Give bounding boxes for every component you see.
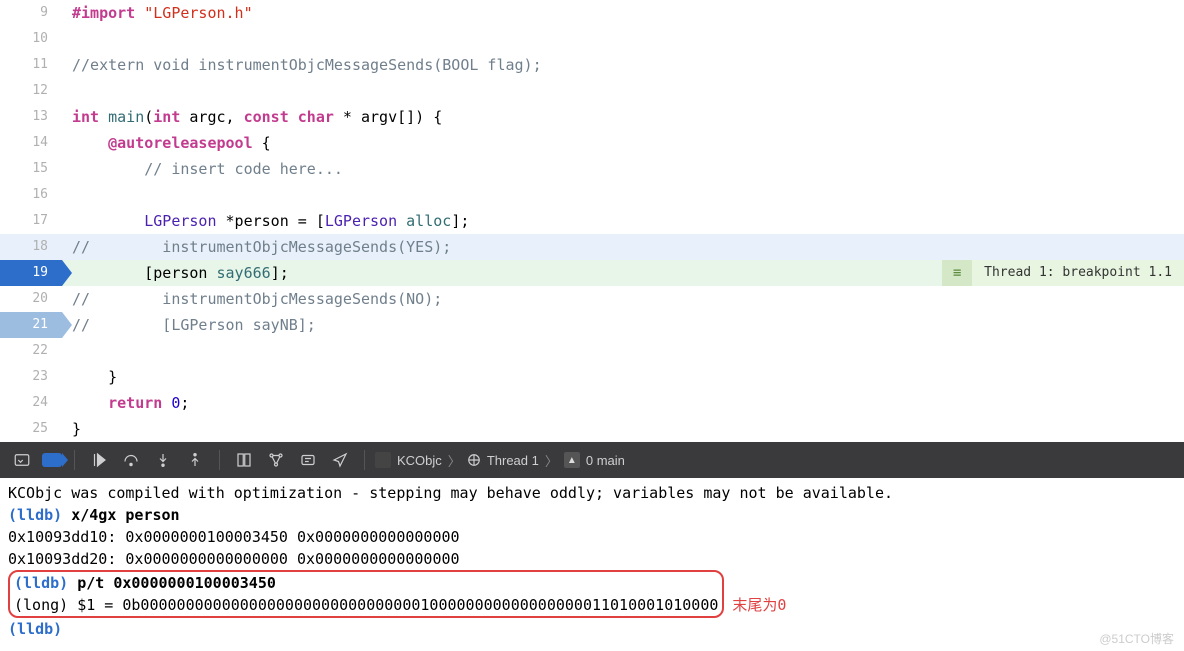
line-number[interactable]: 10	[0, 26, 62, 52]
chevron-right-icon: 〉	[448, 451, 461, 470]
code-content[interactable]	[62, 338, 1184, 364]
code-line[interactable]: 17 LGPerson *person = [LGPerson alloc];	[0, 208, 1184, 234]
console-line: 0x10093dd10: 0x0000000100003450 0x000000…	[8, 526, 1176, 548]
code-line[interactable]: 19 [person say666];≡Thread 1: breakpoint…	[0, 260, 1184, 286]
hamburger-icon[interactable]: ≡	[942, 260, 972, 286]
code-line[interactable]: 13int main(int argc, const char * argv[]…	[0, 104, 1184, 130]
line-number[interactable]: 23	[0, 364, 62, 390]
breakpoint-badge[interactable]: ≡Thread 1: breakpoint 1.1	[942, 260, 1184, 286]
watermark: @51CTO博客	[1099, 630, 1174, 647]
line-number[interactable]: 19	[0, 260, 62, 286]
code-content[interactable]: }	[62, 416, 1184, 442]
code-line[interactable]: 23 }	[0, 364, 1184, 390]
debug-breadcrumb[interactable]: KCObjc 〉 Thread 1 〉 ▲ 0 main	[375, 451, 625, 470]
line-number[interactable]: 20	[0, 286, 62, 312]
debug-console[interactable]: KCObjc was compiled with optimization - …	[0, 478, 1184, 644]
chevron-right-icon: 〉	[545, 451, 558, 470]
console-line: KCObjc was compiled with optimization - …	[8, 482, 1176, 504]
code-line[interactable]: 18// instrumentObjcMessageSends(YES);	[0, 234, 1184, 260]
memory-graph-icon[interactable]	[262, 446, 290, 474]
code-line[interactable]: 15 // insert code here...	[0, 156, 1184, 182]
step-out-icon[interactable]	[181, 446, 209, 474]
code-line[interactable]: 21// [LGPerson sayNB];	[0, 312, 1184, 338]
line-number[interactable]: 25	[0, 416, 62, 442]
line-number[interactable]: 18	[0, 234, 62, 260]
code-line[interactable]: 22	[0, 338, 1184, 364]
code-content[interactable]	[62, 182, 1184, 208]
line-number[interactable]: 11	[0, 52, 62, 78]
line-number[interactable]: 13	[0, 104, 62, 130]
line-number[interactable]: 12	[0, 78, 62, 104]
line-number[interactable]: 24	[0, 390, 62, 416]
project-icon	[375, 452, 391, 468]
breakpoints-icon[interactable]	[42, 453, 62, 467]
crumb-thread: Thread 1	[487, 453, 539, 468]
line-number[interactable]: 14	[0, 130, 62, 156]
environment-icon[interactable]	[294, 446, 322, 474]
console-line: (lldb) x/4gx person	[8, 504, 1176, 526]
code-content[interactable]	[62, 78, 1184, 104]
console-line: 0x10093dd20: 0x0000000000000000 0x000000…	[8, 548, 1176, 570]
highlighted-output: (lldb) p/t 0x0000000100003450 (long) $1 …	[8, 570, 724, 618]
line-number[interactable]: 17	[0, 208, 62, 234]
location-icon[interactable]	[326, 446, 354, 474]
code-line[interactable]: 11//extern void instrumentObjcMessageSen…	[0, 52, 1184, 78]
line-number[interactable]: 15	[0, 156, 62, 182]
crumb-frame: 0 main	[586, 453, 625, 468]
code-content[interactable]: #import "LGPerson.h"	[62, 0, 1184, 26]
code-line[interactable]: 20// instrumentObjcMessageSends(NO);	[0, 286, 1184, 312]
annotation-text: 末尾为0	[732, 594, 786, 616]
code-line[interactable]: 14 @autoreleasepool {	[0, 130, 1184, 156]
crumb-project: KCObjc	[397, 453, 442, 468]
code-content[interactable]: //extern void instrumentObjcMessageSends…	[62, 52, 1184, 78]
debug-view-icon[interactable]	[230, 446, 258, 474]
line-number[interactable]: 9	[0, 0, 62, 26]
code-line[interactable]: 9#import "LGPerson.h"	[0, 0, 1184, 26]
step-into-icon[interactable]	[149, 446, 177, 474]
frame-icon: ▲	[564, 452, 580, 468]
code-content[interactable]: @autoreleasepool {	[62, 130, 1184, 156]
code-content[interactable]: LGPerson *person = [LGPerson alloc];	[62, 208, 1184, 234]
line-number[interactable]: 21	[0, 312, 62, 338]
step-over-icon[interactable]	[117, 446, 145, 474]
code-content[interactable]: [person say666];≡Thread 1: breakpoint 1.…	[62, 260, 1184, 286]
line-number[interactable]: 16	[0, 182, 62, 208]
code-content[interactable]	[62, 26, 1184, 52]
code-content[interactable]: // [LGPerson sayNB];	[62, 312, 1184, 338]
code-content[interactable]: // instrumentObjcMessageSends(NO);	[62, 286, 1184, 312]
code-line[interactable]: 12	[0, 78, 1184, 104]
code-content[interactable]: return 0;	[62, 390, 1184, 416]
line-number[interactable]: 22	[0, 338, 62, 364]
code-line[interactable]: 24 return 0;	[0, 390, 1184, 416]
code-content[interactable]: }	[62, 364, 1184, 390]
code-content[interactable]: int main(int argc, const char * argv[]) …	[62, 104, 1184, 130]
toggle-console-icon[interactable]	[8, 446, 36, 474]
debug-toolbar: KCObjc 〉 Thread 1 〉 ▲ 0 main	[0, 442, 1184, 478]
code-line[interactable]: 10	[0, 26, 1184, 52]
continue-icon[interactable]	[85, 446, 113, 474]
console-prompt[interactable]: (lldb)	[8, 618, 1176, 640]
code-line[interactable]: 16	[0, 182, 1184, 208]
code-content[interactable]: // instrumentObjcMessageSends(YES);	[62, 234, 1184, 260]
thread-icon	[467, 453, 481, 467]
code-line[interactable]: 25}	[0, 416, 1184, 442]
breakpoint-label: Thread 1: breakpoint 1.1	[972, 260, 1184, 286]
code-content[interactable]: // insert code here...	[62, 156, 1184, 182]
code-editor[interactable]: 9#import "LGPerson.h"1011//extern void i…	[0, 0, 1184, 442]
